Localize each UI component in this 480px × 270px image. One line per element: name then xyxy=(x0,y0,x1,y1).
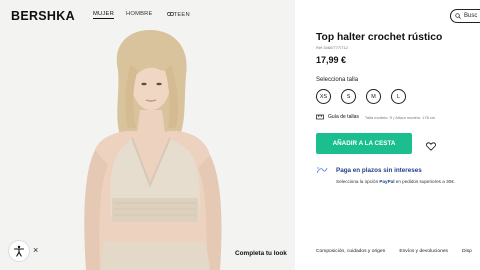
model-size-info: Talla modelo: S | Altura modelo: 178 cm xyxy=(364,114,436,120)
nav-teen[interactable]: TEEN xyxy=(166,11,190,19)
product-title: Top halter crochet rústico xyxy=(316,32,443,43)
search-icon xyxy=(455,13,461,19)
size-guide: Guía de tallas Talla modelo: S | Altura … xyxy=(316,114,435,120)
installments-info: Paga en plazos sin intereses xyxy=(316,166,422,175)
paypal-info: Selecciona la opción PayPal en pedidos s… xyxy=(336,179,456,184)
wishlist-button[interactable] xyxy=(426,138,436,156)
tab-composition[interactable]: Composición, cuidados y origen xyxy=(316,249,385,254)
installments-icon xyxy=(316,167,328,174)
close-button[interactable]: × xyxy=(33,245,38,255)
nav-hombre[interactable]: HOMBRE xyxy=(126,11,153,19)
search-input[interactable]: Busc xyxy=(450,9,480,23)
bershka-logo[interactable]: BERSHKA xyxy=(11,9,75,23)
accessibility-icon xyxy=(13,245,25,257)
product-price: 17,99 € xyxy=(316,55,347,65)
accessibility-button[interactable] xyxy=(8,240,30,262)
ruler-icon xyxy=(316,114,324,120)
top-navigation: BERSHKA MUJER HOMBRE TEEN xyxy=(0,0,295,30)
nav-mujer[interactable]: MUJER xyxy=(93,11,114,19)
product-image-panel: BERSHKA MUJER HOMBRE TEEN × Completa tu … xyxy=(0,0,295,270)
size-l-option[interactable]: L xyxy=(391,89,406,104)
product-info-tabs: Composición, cuidados y origen Envíos y … xyxy=(316,249,480,254)
size-xs-option[interactable]: XS xyxy=(316,89,331,104)
size-s-option[interactable]: S xyxy=(341,89,356,104)
size-m-option[interactable]: M xyxy=(366,89,381,104)
paypal-brand: PayPal xyxy=(379,179,395,184)
installments-link[interactable]: Paga en plazos sin intereses xyxy=(336,167,422,174)
heart-icon xyxy=(426,142,436,151)
teen-icon xyxy=(166,12,174,16)
product-reference: Ref 3460/777/712 xyxy=(316,45,348,50)
complete-look-link[interactable]: Completa tu look xyxy=(235,250,287,257)
size-options: XS S M L xyxy=(316,89,416,104)
add-to-cart-button[interactable]: AÑADIR A LA CESTA xyxy=(316,133,412,154)
size-guide-link[interactable]: Guía de tallas xyxy=(328,114,359,120)
model-photo xyxy=(0,0,295,270)
tab-shipping[interactable]: Envíos y devoluciones xyxy=(399,249,448,254)
search-label: Busc xyxy=(464,13,478,19)
size-selector-label: Selecciona talla xyxy=(316,77,359,83)
gender-nav: MUJER HOMBRE TEEN xyxy=(93,11,190,19)
tab-availability[interactable]: Disp xyxy=(462,249,472,254)
product-info-panel: Busc Top halter crochet rústico Ref 3460… xyxy=(295,0,480,270)
